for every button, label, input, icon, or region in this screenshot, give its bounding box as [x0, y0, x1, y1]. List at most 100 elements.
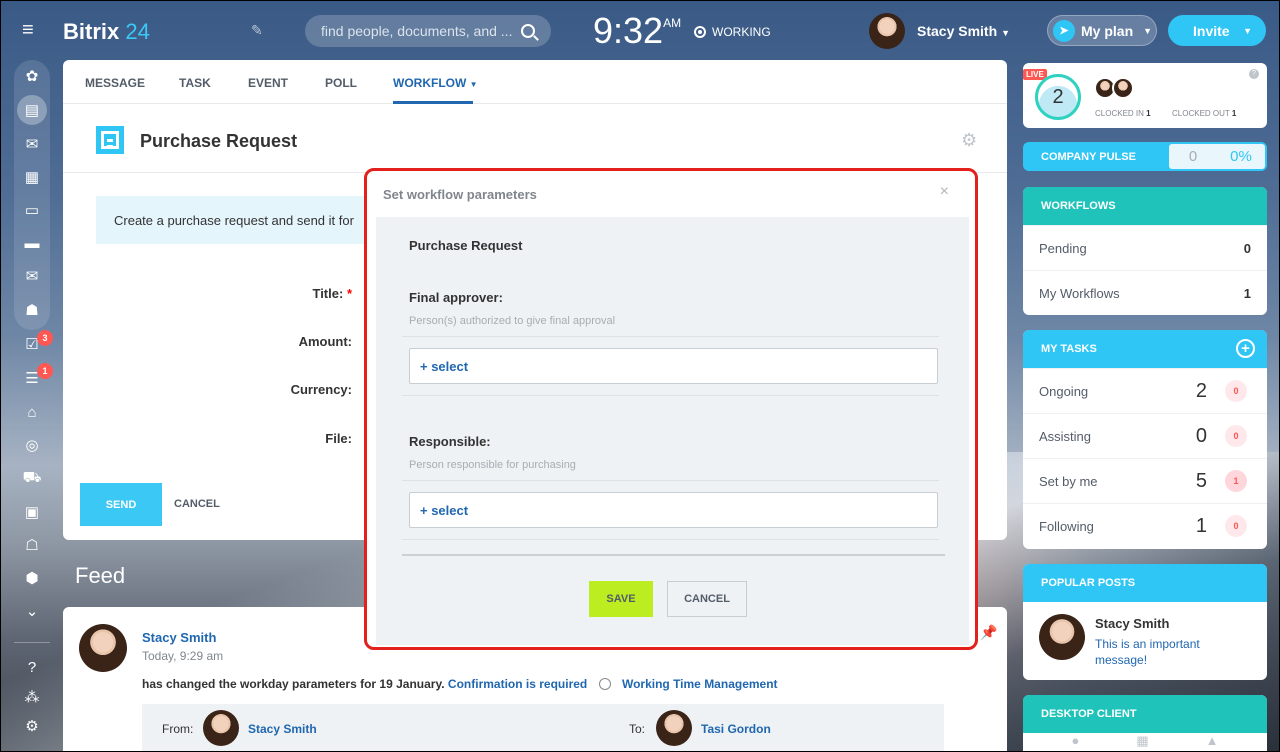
- sidebar-item-mail-icon[interactable]: ✉: [22, 266, 42, 286]
- workflow-row-mine[interactable]: My Workflows 1: [1023, 270, 1267, 315]
- clock[interactable]: 9:32AM: [593, 10, 681, 52]
- final-approver-label: Final approver:: [409, 290, 503, 305]
- timeman-widget[interactable]: LIVE 2 CLOCKED IN 1 CLOCKED OUT 1 ?: [1023, 63, 1267, 128]
- settings-gear-icon[interactable]: ⚙: [22, 716, 42, 736]
- sidebar-item-groups-icon[interactable]: ☗: [22, 300, 42, 320]
- row-counter[interactable]: 0: [1225, 515, 1247, 537]
- left-sidebar: ✿ ▤ ✉ ▦ ▭ ▬ ✉ ☗ ☑ 3 ☰ 1 ⌂ ◎ ⛟ ▣ ☖ ⬢ ⌄ ? …: [0, 60, 63, 752]
- post-text: has changed the workday parameters for 1…: [142, 677, 778, 691]
- divider: [402, 336, 939, 337]
- my-plan-button[interactable]: ➤ My plan ▼: [1047, 15, 1157, 46]
- post-time[interactable]: Today, 9:29 am: [142, 649, 223, 663]
- chevron-down-icon[interactable]: ▼: [1243, 26, 1252, 36]
- confirmation-link[interactable]: Confirmation is required: [448, 677, 587, 691]
- tab-task[interactable]: TASK: [179, 76, 211, 90]
- clocked-avatar[interactable]: [1112, 77, 1134, 99]
- dialog-footer-divider: [402, 554, 945, 556]
- sidebar-more-chevron-icon[interactable]: ⌄: [22, 601, 42, 621]
- search-placeholder: find people, documents, and ...: [321, 23, 513, 39]
- post-author-avatar[interactable]: [79, 624, 127, 672]
- invite-button[interactable]: Invite ▼: [1168, 15, 1266, 46]
- tab-event[interactable]: EVENT: [248, 76, 288, 90]
- task-row-set-by-me[interactable]: Set by me 5 1: [1023, 458, 1267, 503]
- to-avatar[interactable]: [656, 710, 692, 746]
- workflow-row-pending[interactable]: Pending 0: [1023, 225, 1267, 270]
- save-button[interactable]: SAVE: [589, 581, 653, 617]
- sidebar-item-documents-icon[interactable]: ▭: [22, 200, 42, 220]
- sidebar-item-chat-icon[interactable]: ✉: [22, 134, 42, 154]
- workflows-title: WORKFLOWS: [1041, 200, 1116, 212]
- sidebar-item-contact-card-icon[interactable]: ▣: [22, 502, 42, 522]
- task-row-assisting[interactable]: Assisting 0 0: [1023, 413, 1267, 458]
- close-icon[interactable]: ×: [940, 183, 949, 201]
- cancel-button[interactable]: CANCEL: [174, 498, 220, 510]
- gear-icon[interactable]: ⚙: [961, 130, 977, 151]
- sidebar-item-box-icon[interactable]: ⬢: [22, 568, 42, 588]
- apple-icon[interactable]: ●: [1071, 733, 1079, 749]
- sidebar-divider: [14, 642, 50, 643]
- filter-badge: 1: [37, 363, 53, 379]
- user-menu[interactable]: Stacy Smith ▼: [869, 13, 1010, 49]
- sidebar-item-feed-icon[interactable]: ▤: [22, 100, 42, 120]
- search-icon[interactable]: [521, 24, 535, 38]
- task-row-following[interactable]: Following 1 0: [1023, 503, 1267, 548]
- working-time-link[interactable]: Working Time Management: [622, 677, 778, 691]
- post-author[interactable]: Stacy Smith: [142, 630, 216, 645]
- work-status[interactable]: WORKING: [694, 25, 771, 39]
- sidebar-item-drive-icon[interactable]: ▬: [22, 233, 42, 253]
- composer-tabs: MESSAGE TASK EVENT POLL WORKFLOW ▼: [63, 60, 1007, 104]
- logo[interactable]: Bitrix 24: [63, 19, 150, 45]
- row-value: 1: [1195, 514, 1207, 537]
- menu-icon[interactable]: ≡: [22, 20, 42, 40]
- company-pulse[interactable]: COMPANY PULSE 0 0%: [1023, 142, 1267, 171]
- popular-post-message[interactable]: This is an important message!: [1095, 636, 1235, 668]
- tasks-badge: 3: [37, 330, 53, 346]
- sidebar-item-sites-icon[interactable]: ✿: [22, 66, 42, 86]
- search-input[interactable]: find people, documents, and ...: [305, 15, 551, 47]
- row-counter[interactable]: 1: [1225, 470, 1247, 492]
- row-label: Following: [1039, 518, 1094, 534]
- tab-poll[interactable]: POLL: [325, 76, 357, 90]
- row-value: 5: [1195, 469, 1207, 492]
- from-avatar[interactable]: [203, 710, 239, 746]
- dialog-title: Set workflow parameters: [383, 187, 537, 202]
- user-avatar: [869, 13, 905, 49]
- popular-post-avatar: [1039, 614, 1085, 660]
- pulse-values: 0 0%: [1169, 144, 1265, 169]
- to-name[interactable]: Tasi Gordon: [701, 722, 771, 736]
- responsible-select[interactable]: + select: [409, 492, 938, 528]
- row-value: 0: [1195, 424, 1207, 447]
- workflows-header[interactable]: WORKFLOWS: [1023, 187, 1267, 225]
- row-value: 1: [1243, 285, 1251, 301]
- my-tasks-header[interactable]: MY TASKS +: [1023, 330, 1267, 368]
- tab-message[interactable]: MESSAGE: [85, 76, 145, 90]
- from-name[interactable]: Stacy Smith: [248, 722, 317, 736]
- task-row-ongoing[interactable]: Ongoing 2 0: [1023, 368, 1267, 413]
- sidebar-item-calendar-icon[interactable]: ▦: [22, 167, 42, 187]
- edit-pencil-icon[interactable]: ✎: [251, 22, 263, 39]
- linux-icon[interactable]: ▲: [1206, 733, 1219, 749]
- sidebar-item-company-icon[interactable]: ⌂: [22, 402, 42, 422]
- clocked-in-value: 1: [1146, 109, 1151, 118]
- windows-icon[interactable]: ▦: [1136, 733, 1148, 749]
- row-value: 0: [1243, 240, 1251, 256]
- send-button[interactable]: SEND: [80, 483, 162, 526]
- dialog-heading: Purchase Request: [409, 238, 523, 253]
- tab-workflow[interactable]: WORKFLOW ▼: [393, 76, 478, 90]
- dialog-cancel-button[interactable]: CANCEL: [667, 581, 747, 617]
- help-icon[interactable]: ?: [22, 657, 42, 677]
- row-counter[interactable]: 0: [1225, 425, 1247, 447]
- pin-icon[interactable]: 📌: [980, 624, 997, 641]
- add-task-plus-icon[interactable]: +: [1236, 339, 1255, 358]
- row-counter[interactable]: 0: [1225, 380, 1247, 402]
- from-to-box: From: Stacy Smith To: Tasi Gordon: [142, 704, 944, 752]
- sidebar-item-target-icon[interactable]: ◎: [22, 435, 42, 455]
- sidebar-item-robot-icon[interactable]: ☖: [22, 535, 42, 555]
- sidebar-item-store-cart-icon[interactable]: ⛟: [22, 468, 42, 488]
- final-approver-select[interactable]: + select: [409, 348, 938, 384]
- sitemap-icon[interactable]: ⁂: [22, 687, 42, 707]
- row-label: Assisting: [1039, 428, 1092, 444]
- desktop-client-icons: ● ▦ ▲: [1023, 733, 1267, 749]
- help-icon[interactable]: ?: [1249, 69, 1259, 79]
- popular-post-item[interactable]: Stacy Smith This is an important message…: [1023, 602, 1267, 680]
